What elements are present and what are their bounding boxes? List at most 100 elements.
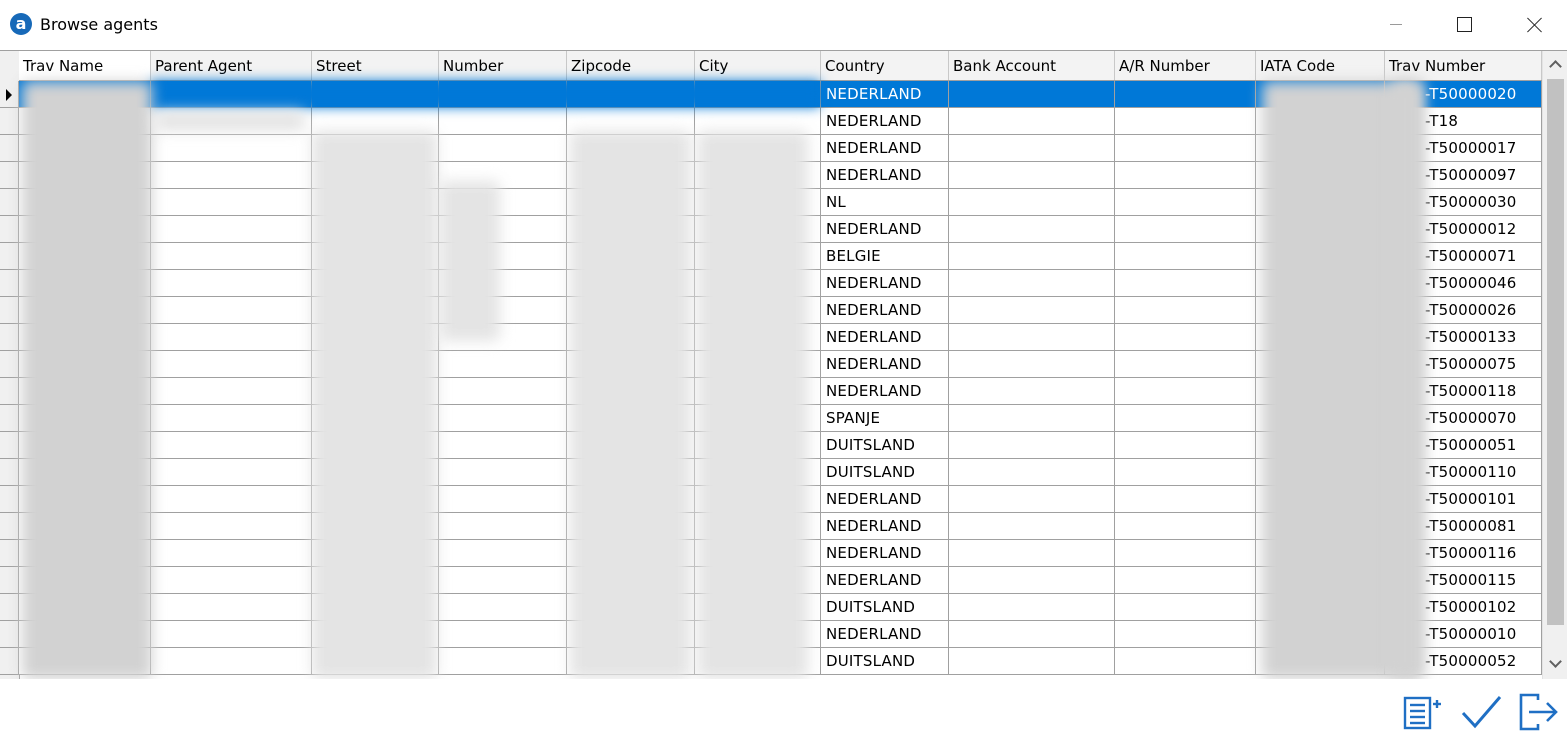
cell-bank-account[interactable] <box>949 108 1115 135</box>
cell-bank-account[interactable] <box>949 189 1115 216</box>
cell-ar-number[interactable] <box>1115 297 1256 324</box>
cell-country[interactable]: NEDERLAND <box>821 351 949 378</box>
cell-bank-account[interactable] <box>949 594 1115 621</box>
row-header[interactable] <box>0 324 19 351</box>
cell-number[interactable] <box>439 108 567 135</box>
cell-ar-number[interactable] <box>1115 216 1256 243</box>
cell-ar-number[interactable] <box>1115 513 1256 540</box>
cell-ar-number[interactable] <box>1115 459 1256 486</box>
cell-number[interactable] <box>439 459 567 486</box>
cell-parent-agent[interactable] <box>151 162 312 189</box>
cell-ar-number[interactable] <box>1115 648 1256 675</box>
cell-ar-number[interactable] <box>1115 135 1256 162</box>
cell-parent-agent[interactable] <box>151 459 312 486</box>
cell-bank-account[interactable] <box>949 378 1115 405</box>
cell-bank-account[interactable] <box>949 324 1115 351</box>
cell-number[interactable] <box>439 378 567 405</box>
row-header[interactable] <box>0 351 19 378</box>
cell-country[interactable]: NEDERLAND <box>821 297 949 324</box>
row-header[interactable] <box>0 567 19 594</box>
cell-parent-agent[interactable] <box>151 243 312 270</box>
cell-ar-number[interactable] <box>1115 243 1256 270</box>
cell-ar-number[interactable] <box>1115 162 1256 189</box>
cell-bank-account[interactable] <box>949 216 1115 243</box>
row-header[interactable] <box>0 81 19 108</box>
cell-country[interactable]: NEDERLAND <box>821 216 949 243</box>
column-header-city[interactable]: City <box>695 51 821 80</box>
cell-country[interactable]: NEDERLAND <box>821 324 949 351</box>
row-header[interactable] <box>0 594 19 621</box>
cell-country[interactable]: DUITSLAND <box>821 459 949 486</box>
minimize-button[interactable] <box>1372 9 1418 41</box>
cell-parent-agent[interactable] <box>151 189 312 216</box>
row-header[interactable] <box>0 513 19 540</box>
cell-ar-number[interactable] <box>1115 621 1256 648</box>
cell-bank-account[interactable] <box>949 270 1115 297</box>
cell-parent-agent[interactable] <box>151 621 312 648</box>
cell-bank-account[interactable] <box>949 648 1115 675</box>
column-header-number[interactable]: Number <box>439 51 567 80</box>
row-header[interactable] <box>0 540 19 567</box>
row-header[interactable] <box>0 108 19 135</box>
close-button[interactable] <box>1512 9 1558 41</box>
cell-parent-agent[interactable] <box>151 135 312 162</box>
cell-country[interactable]: DUITSLAND <box>821 432 949 459</box>
row-header[interactable] <box>0 378 19 405</box>
row-header[interactable] <box>0 486 19 513</box>
cell-parent-agent[interactable] <box>151 486 312 513</box>
vertical-scrollbar[interactable] <box>1542 51 1567 679</box>
cell-parent-agent[interactable] <box>151 297 312 324</box>
row-header[interactable] <box>0 270 19 297</box>
cell-bank-account[interactable] <box>949 486 1115 513</box>
cell-country[interactable]: BELGIE <box>821 243 949 270</box>
cell-number[interactable] <box>439 432 567 459</box>
column-header-parent-agent[interactable]: Parent Agent <box>151 51 312 80</box>
cell-bank-account[interactable] <box>949 621 1115 648</box>
cell-bank-account[interactable] <box>949 162 1115 189</box>
cell-parent-agent[interactable] <box>151 567 312 594</box>
cell-bank-account[interactable] <box>949 297 1115 324</box>
cell-country[interactable]: DUITSLAND <box>821 594 949 621</box>
row-header[interactable] <box>0 621 19 648</box>
cell-bank-account[interactable] <box>949 513 1115 540</box>
scroll-down-arrow-icon[interactable] <box>1543 653 1567 677</box>
cell-number[interactable] <box>439 351 567 378</box>
cell-ar-number[interactable] <box>1115 324 1256 351</box>
cell-ar-number[interactable] <box>1115 81 1256 108</box>
ok-button[interactable] <box>1460 691 1502 733</box>
row-header[interactable] <box>0 459 19 486</box>
row-header[interactable] <box>0 216 19 243</box>
row-header[interactable] <box>0 189 19 216</box>
cell-country[interactable]: NEDERLAND <box>821 486 949 513</box>
maximize-button[interactable] <box>1442 9 1488 41</box>
cell-country[interactable]: NEDERLAND <box>821 270 949 297</box>
cell-number[interactable] <box>439 540 567 567</box>
cell-country[interactable]: NEDERLAND <box>821 567 949 594</box>
column-header-street[interactable]: Street <box>312 51 439 80</box>
cell-number[interactable] <box>439 405 567 432</box>
scrollbar-thumb[interactable] <box>1547 79 1564 625</box>
cell-country[interactable]: NEDERLAND <box>821 513 949 540</box>
cell-number[interactable] <box>439 594 567 621</box>
cell-number[interactable] <box>439 513 567 540</box>
row-header[interactable] <box>0 405 19 432</box>
column-header-country[interactable]: Country <box>821 51 949 80</box>
cell-number[interactable] <box>439 486 567 513</box>
cell-parent-agent[interactable] <box>151 270 312 297</box>
cell-bank-account[interactable] <box>949 351 1115 378</box>
cell-country[interactable]: NEDERLAND <box>821 162 949 189</box>
column-header-trav-number[interactable]: Trav Number <box>1385 51 1542 80</box>
cell-parent-agent[interactable] <box>151 351 312 378</box>
cell-ar-number[interactable] <box>1115 567 1256 594</box>
cell-bank-account[interactable] <box>949 432 1115 459</box>
cell-country[interactable]: SPANJE <box>821 405 949 432</box>
cell-parent-agent[interactable] <box>151 324 312 351</box>
cell-parent-agent[interactable] <box>151 405 312 432</box>
cell-ar-number[interactable] <box>1115 108 1256 135</box>
cell-country[interactable]: NL <box>821 189 949 216</box>
cell-bank-account[interactable] <box>949 405 1115 432</box>
column-header-zipcode[interactable]: Zipcode <box>567 51 695 80</box>
cell-bank-account[interactable] <box>949 243 1115 270</box>
cell-country[interactable]: DUITSLAND <box>821 648 949 675</box>
cell-ar-number[interactable] <box>1115 270 1256 297</box>
